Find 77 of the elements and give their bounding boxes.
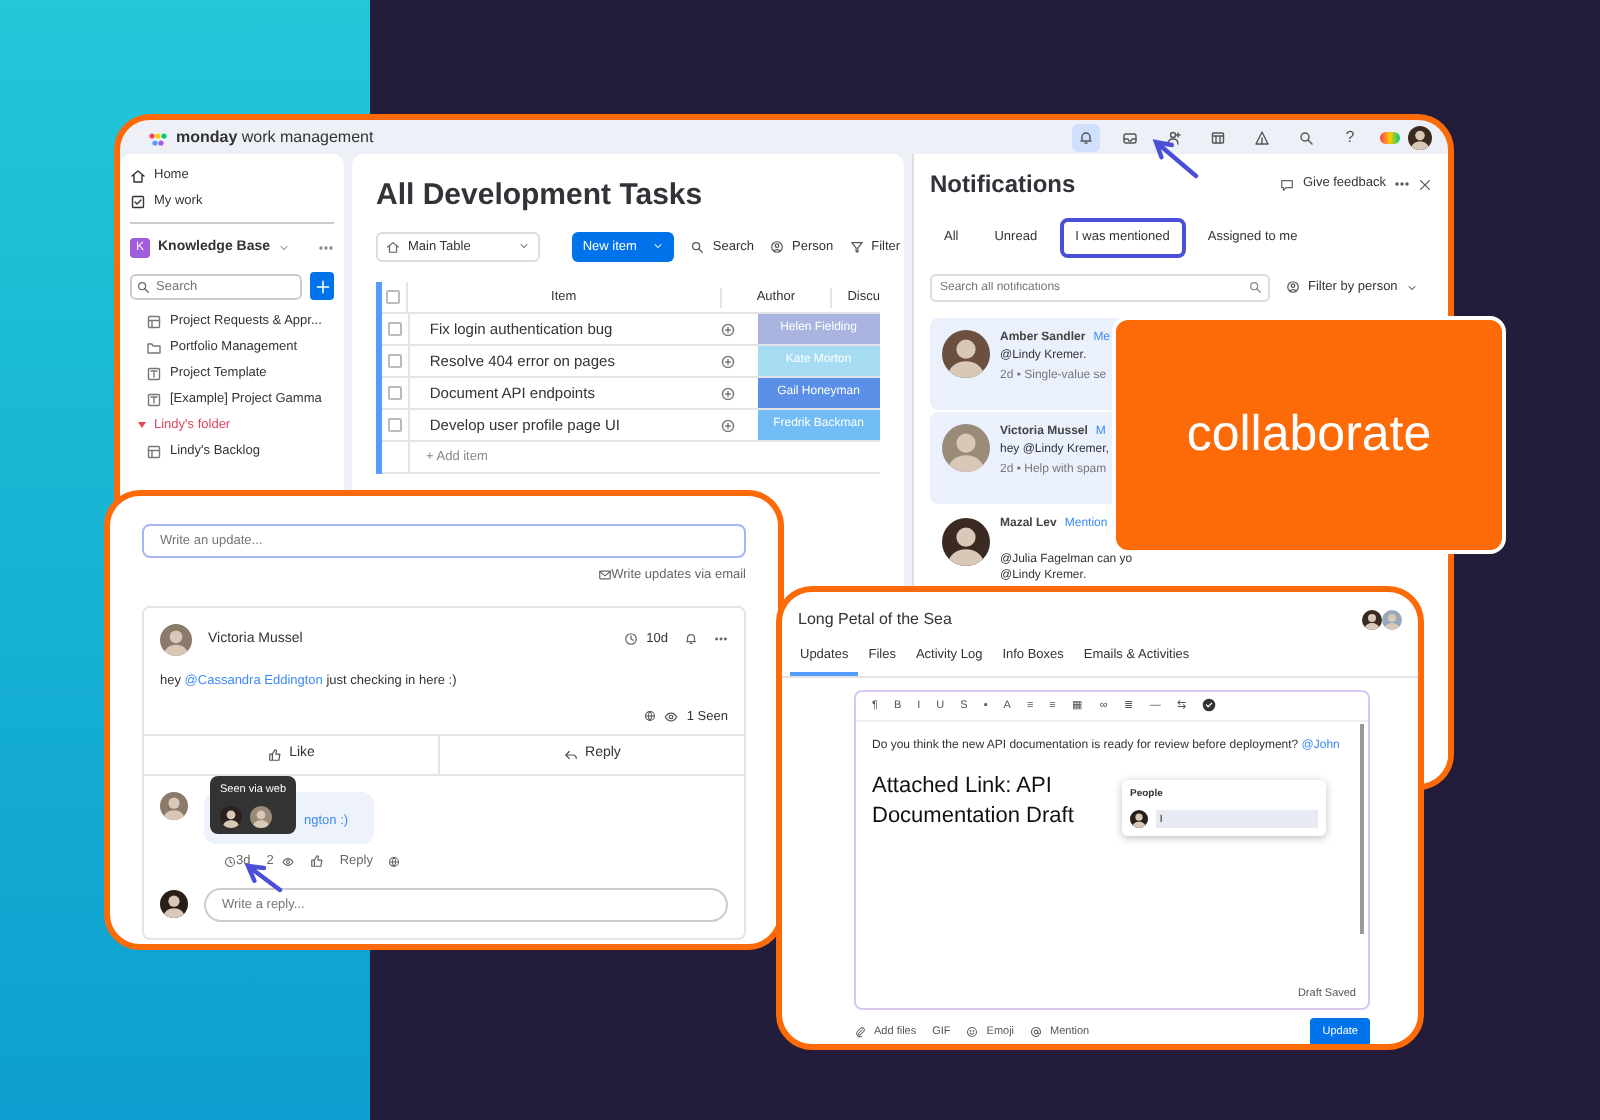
checkbox-icon <box>130 193 146 209</box>
reply-arrow-icon <box>563 748 578 762</box>
help-link[interactable]: ? <box>1336 123 1364 151</box>
caret-icon <box>278 242 291 254</box>
row-checkbox[interactable] <box>387 418 402 433</box>
home-icon <box>386 239 400 254</box>
bell-icon[interactable] <box>684 632 698 647</box>
folder-icon <box>146 339 162 355</box>
avatar <box>250 806 272 828</box>
eye-icon <box>664 709 679 724</box>
close-icon[interactable] <box>1418 177 1432 191</box>
avatar <box>942 517 990 566</box>
chat-bubble-icon[interactable] <box>719 385 736 402</box>
search-icon <box>136 279 150 293</box>
thumbs-up-icon[interactable] <box>309 854 324 869</box>
caret-icon <box>518 240 531 253</box>
headline: collaborate <box>1112 316 1506 554</box>
check-circle-icon[interactable] <box>1202 698 1217 713</box>
calendar-icon <box>1210 129 1226 145</box>
globe-icon <box>644 710 657 723</box>
at-sign-icon <box>1030 1025 1043 1038</box>
template-icon <box>146 365 162 381</box>
board-title: All Development Tasks <box>376 176 705 216</box>
home-icon <box>130 167 146 183</box>
avatar <box>160 791 188 820</box>
apps-logo-icon <box>1380 131 1400 143</box>
panel-title: Notifications <box>930 168 1076 202</box>
speech-bubble-icon <box>1280 177 1295 191</box>
avatar <box>160 623 192 656</box>
chat-bubble-icon[interactable] <box>719 321 736 338</box>
search-icon <box>1248 280 1262 295</box>
add-button[interactable] <box>310 272 334 300</box>
caret-icon <box>652 240 665 253</box>
avatar <box>942 423 990 472</box>
chat-bubble-icon[interactable] <box>719 417 736 434</box>
person-icon <box>1286 280 1300 295</box>
person-add-icon <box>1166 129 1182 145</box>
attachment-link[interactable]: Attached Link: API Documentation Draft <box>856 755 1116 831</box>
envelope-icon <box>597 567 612 582</box>
triangle-icon <box>1254 129 1270 145</box>
row-checkbox[interactable] <box>387 322 402 337</box>
bell-icon <box>1078 129 1094 145</box>
board-icon <box>146 443 162 459</box>
avatar <box>1362 610 1382 630</box>
plus-icon <box>313 277 332 295</box>
search-icon <box>1298 129 1314 145</box>
row-checkbox[interactable] <box>387 386 402 401</box>
paperclip-icon <box>854 1025 866 1038</box>
pointer-arrow <box>1148 136 1204 184</box>
avatar <box>160 890 188 918</box>
item-title: Long Petal of the Sea <box>798 608 952 632</box>
more-icon[interactable] <box>1394 176 1410 192</box>
thumbs-up-icon <box>267 748 282 762</box>
brand-name: monday work management <box>176 125 374 149</box>
caret-icon <box>1405 281 1418 294</box>
more-icon[interactable] <box>318 240 334 256</box>
logo-icon <box>148 129 168 145</box>
avatar <box>942 329 990 378</box>
bell-button[interactable] <box>1072 123 1100 151</box>
filter-icon <box>849 239 864 254</box>
board-icon <box>146 313 162 329</box>
chat-bubble-icon[interactable] <box>719 353 736 370</box>
tray-icon <box>1122 129 1138 145</box>
avatar <box>1130 810 1148 829</box>
avatar <box>1408 125 1432 149</box>
eye-icon <box>281 855 294 868</box>
avatar <box>220 806 242 828</box>
row-checkbox[interactable] <box>387 354 402 369</box>
search-icon <box>690 239 705 254</box>
clock-icon <box>224 855 236 868</box>
globe-icon <box>388 855 401 868</box>
row-checkbox[interactable] <box>386 290 401 305</box>
template-icon <box>146 391 162 407</box>
person-icon <box>770 239 785 254</box>
smiley-icon <box>966 1025 979 1038</box>
clock-icon <box>624 632 639 647</box>
avatar <box>1382 610 1402 630</box>
